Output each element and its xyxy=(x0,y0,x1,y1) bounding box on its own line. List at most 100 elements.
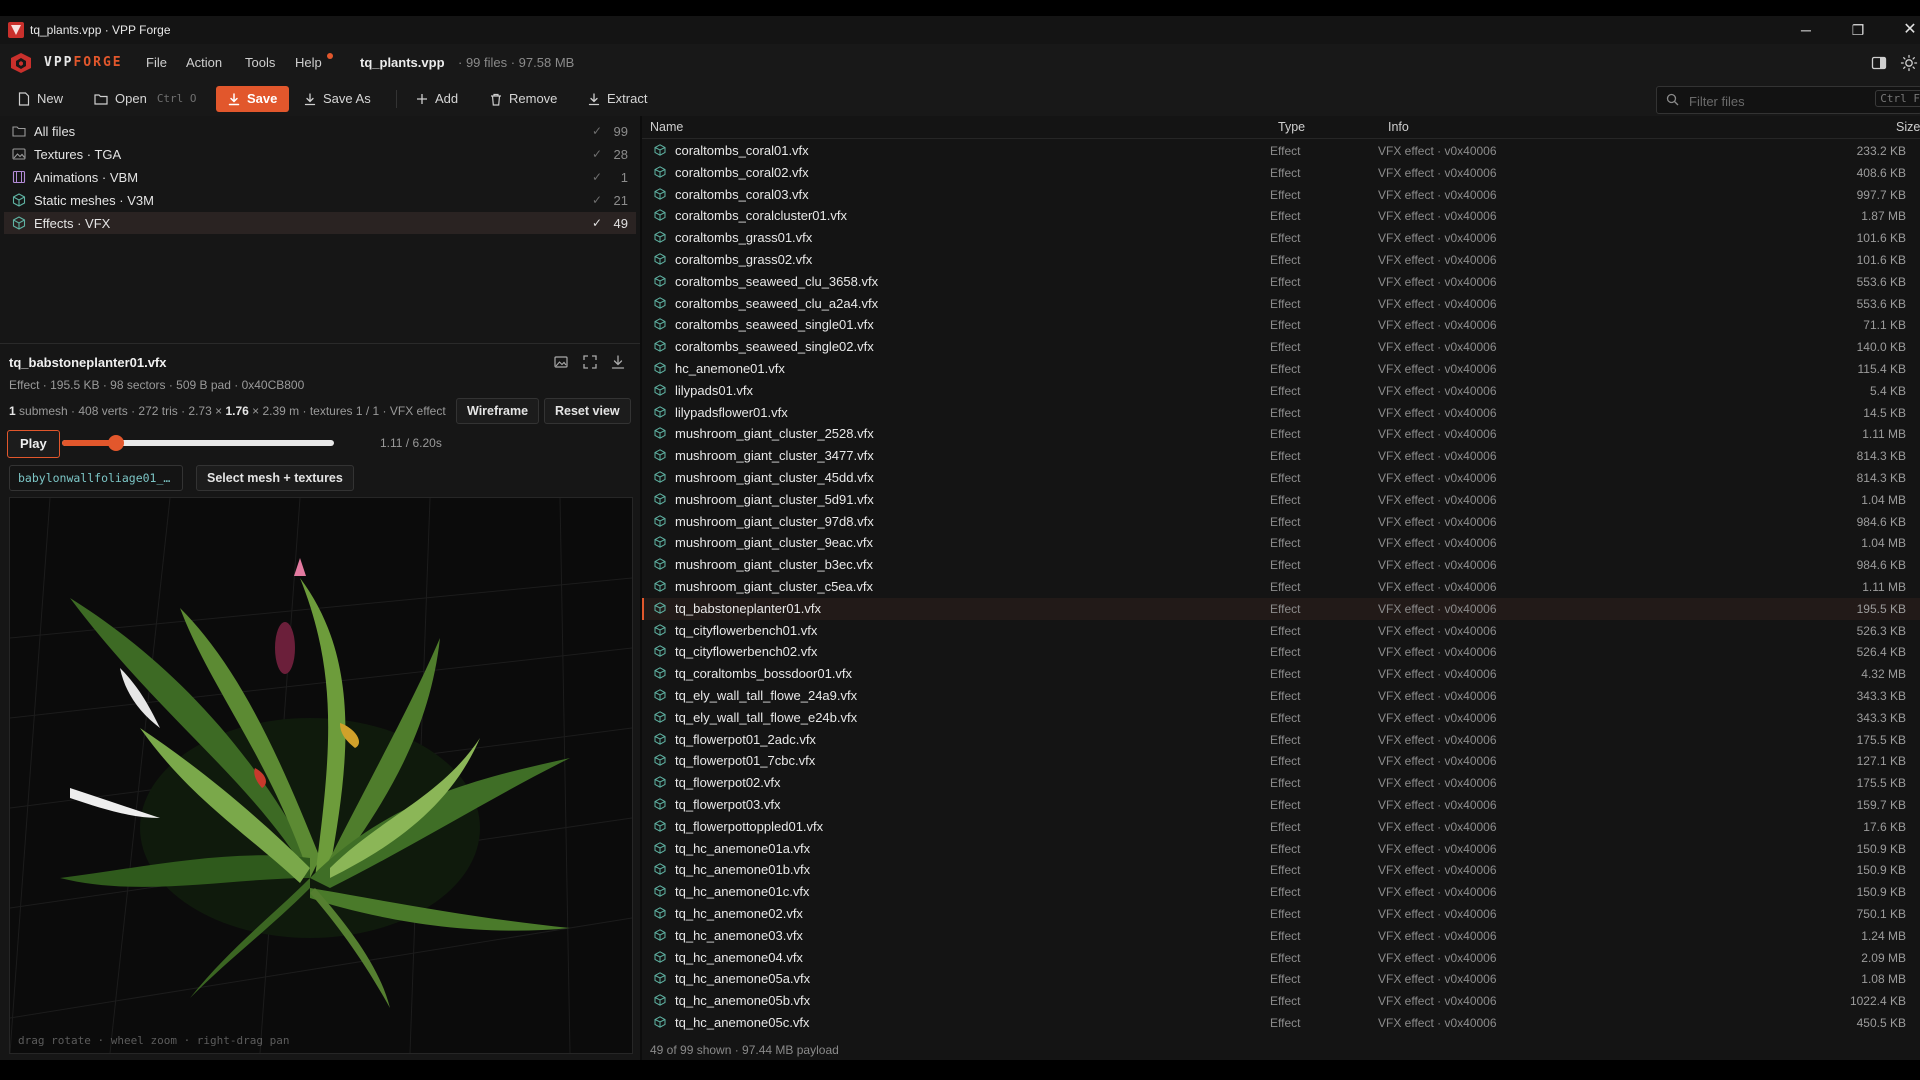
table-row[interactable]: tq_hc_anemone03.vfx Effect VFX effect · v0… xyxy=(642,925,1920,947)
column-info[interactable]: Info xyxy=(1388,120,1409,134)
file-size: 150.9 KB xyxy=(1856,863,1906,878)
extract-button[interactable]: Extract xyxy=(588,86,647,112)
table-row[interactable]: coraltombs_seaweed_clu_3658.vfx Effect VFX… xyxy=(642,271,1920,293)
column-type[interactable]: Type xyxy=(1278,120,1305,134)
file-info: VFX effect · v0x40006 xyxy=(1378,536,1497,551)
table-row[interactable]: tq_flowerpottoppled01.vfx Effect VFX effec… xyxy=(642,816,1920,838)
table-row[interactable]: tq_hc_anemone05a.vfx Effect VFX effect · v… xyxy=(642,968,1920,990)
table-row[interactable]: tq_hc_anemone01c.vfx Effect VFX effect · v… xyxy=(642,881,1920,903)
table-row[interactable]: tq_coraltombs_bossdoor01.vfx Effect VFX ef… xyxy=(642,663,1920,685)
category-textures[interactable]: Textures · TGA ✓ 28 xyxy=(4,143,636,165)
open-folder-icon xyxy=(94,94,108,105)
table-row[interactable]: tq_hc_anemone01b.vfx Effect VFX effect · v… xyxy=(642,859,1920,881)
menu-action[interactable]: Action xyxy=(186,55,222,70)
table-row[interactable]: mushroom_giant_cluster_c5ea.vfx Effect VFX… xyxy=(642,576,1920,598)
table-row[interactable]: tq_flowerpot03.vfx Effect VFX effect · v0x… xyxy=(642,794,1920,816)
remove-label: Remove xyxy=(509,91,558,106)
table-row[interactable]: tq_ely_wall_tall_flowe_e24b.vfx Effect VFX… xyxy=(642,707,1920,729)
menu-tools[interactable]: Tools xyxy=(245,55,275,70)
table-row[interactable]: mushroom_giant_cluster_3477.vfx Effect VFX… xyxy=(642,445,1920,467)
table-row[interactable]: lilypadsflower01.vfx Effect VFX effect · v… xyxy=(642,402,1920,424)
3d-viewport[interactable]: drag rotate · wheel zoom · right-drag pa… xyxy=(9,497,633,1054)
column-name[interactable]: Name xyxy=(650,120,683,134)
table-row[interactable]: coraltombs_coral03.vfx Effect VFX effect ·… xyxy=(642,184,1920,206)
close-button[interactable]: ✕ xyxy=(1888,18,1920,42)
file-name: coraltombs_seaweed_single02.vfx xyxy=(675,339,874,355)
filter-input[interactable] xyxy=(1687,91,1841,111)
preview-image-icon[interactable] xyxy=(553,354,569,370)
play-button[interactable]: Play xyxy=(7,430,60,458)
file-name: tq_cityflowerbench01.vfx xyxy=(675,622,818,638)
theme-sun-icon[interactable] xyxy=(1900,54,1918,72)
fullscreen-icon[interactable] xyxy=(582,354,598,370)
category-all-files[interactable]: All files ✓ 99 xyxy=(4,120,636,142)
effect-icon xyxy=(654,405,666,418)
table-row[interactable]: lilypads01.vfx Effect VFX effect · v0x4000… xyxy=(642,380,1920,402)
table-row[interactable]: coraltombs_seaweed_single01.vfx Effect VFX… xyxy=(642,314,1920,336)
file-name: tq_hc_anemone02.vfx xyxy=(675,906,803,921)
table-row[interactable]: mushroom_giant_cluster_45dd.vfx Effect VFX… xyxy=(642,467,1920,489)
category-animations[interactable]: Animations · VBM ✓ 1 xyxy=(4,166,636,188)
table-row[interactable]: mushroom_giant_cluster_b3ec.vfx Effect VFX… xyxy=(642,554,1920,576)
panel-toggle-icon[interactable] xyxy=(1870,54,1888,72)
new-button[interactable]: New xyxy=(18,86,63,112)
table-row[interactable]: hc_anemone01.vfx Effect VFX effect · v0x40… xyxy=(642,358,1920,380)
table-row[interactable]: tq_ely_wall_tall_flowe_24a9.vfx Effect VFX… xyxy=(642,685,1920,707)
file-name: tq_coraltombs_bossdoor01.vfx xyxy=(675,666,853,682)
table-row[interactable]: coraltombs_coral01.vfx Effect VFX effect ·… xyxy=(642,140,1920,162)
toolbar-separator xyxy=(396,90,397,108)
table-row[interactable]: mushroom_giant_cluster_5d91.vfx Effect VFX… xyxy=(642,489,1920,511)
file-type: Effect xyxy=(1270,972,1301,987)
table-row[interactable]: mushroom_giant_cluster_9eac.vfx Effect VFX… xyxy=(642,532,1920,554)
download-icon[interactable] xyxy=(610,354,626,370)
table-row[interactable]: tq_flowerpot01_2adc.vfx Effect VFX effect … xyxy=(642,729,1920,751)
file-type: Effect xyxy=(1270,383,1301,398)
table-row[interactable]: tq_flowerpot02.vfx Effect VFX effect · v0x… xyxy=(642,772,1920,794)
category-effects[interactable]: Effects · VFX ✓ 49 xyxy=(4,212,636,234)
restore-button[interactable]: ❐ xyxy=(1836,18,1880,42)
table-row[interactable]: tq_hc_anemone05c.vfx Effect VFX effect · v… xyxy=(642,1012,1920,1034)
logo-icon xyxy=(11,53,31,73)
timeline-slider[interactable] xyxy=(62,435,334,451)
file-info: VFX effect · v0x40006 xyxy=(1378,471,1497,485)
file-size: 343.3 KB xyxy=(1856,710,1906,725)
file-type: Effect xyxy=(1270,514,1301,529)
table-row[interactable]: mushroom_giant_cluster_97d8.vfx Effect VFX… xyxy=(642,511,1920,533)
category-static-meshes[interactable]: Static meshes · V3M ✓ 21 xyxy=(4,189,636,211)
effect-icon xyxy=(654,580,666,592)
table-row[interactable]: coraltombs_coralcluster01.vfx Effect VFX e… xyxy=(642,205,1920,227)
wireframe-button[interactable]: Wireframe xyxy=(456,398,540,424)
minimize-button[interactable]: ─ xyxy=(1784,18,1828,42)
table-row[interactable]: tq_hc_anemone01a.vfx Effect VFX effect · v… xyxy=(642,838,1920,860)
file-type: Effect xyxy=(1270,1016,1301,1030)
save-as-button[interactable]: Save As xyxy=(304,86,371,112)
file-info: VFX effect · v0x40006 xyxy=(1378,144,1497,158)
file-type: Effect xyxy=(1270,754,1301,769)
reset-view-button[interactable]: Reset view xyxy=(544,398,631,424)
add-button[interactable]: Add xyxy=(416,86,458,112)
file-info: VFX effect · v0x40006 xyxy=(1378,296,1497,311)
remove-button[interactable]: Remove xyxy=(490,86,557,112)
table-row[interactable]: coraltombs_seaweed_clu_a2a4.vfx Effect VFX… xyxy=(642,293,1920,315)
select-mesh-textures-button[interactable]: Select mesh + textures xyxy=(196,465,354,491)
table-row[interactable]: tq_babstoneplanter01.vfx Effect VFX effect… xyxy=(642,597,1920,620)
open-button[interactable]: Open Ctrl O xyxy=(94,86,197,112)
table-row[interactable]: tq_flowerpot01_7cbc.vfx Effect VFX effect … xyxy=(642,750,1920,772)
table-row[interactable]: mushroom_giant_cluster_2528.vfx Effect VFX… xyxy=(642,423,1920,445)
table-row[interactable]: tq_hc_anemone02.vfx Effect VFX effect · v0… xyxy=(642,903,1920,925)
save-button[interactable]: Save xyxy=(216,86,290,112)
table-row[interactable]: coraltombs_grass02.vfx Effect VFX effect ·… xyxy=(642,249,1920,271)
table-row[interactable]: tq_hc_anemone05b.vfx Effect VFX effect · v… xyxy=(642,990,1920,1012)
table-row[interactable]: tq_cityflowerbench01.vfx Effect VFX effect… xyxy=(642,620,1920,642)
table-row[interactable]: coraltombs_grass01.vfx Effect VFX effect ·… xyxy=(642,227,1920,249)
table-row[interactable]: coraltombs_seaweed_single02.vfx Effect VFX… xyxy=(642,336,1920,358)
file-type: Effect xyxy=(1270,689,1301,703)
menu-file[interactable]: File xyxy=(146,55,167,70)
menu-help[interactable]: Help xyxy=(295,55,322,70)
column-size[interactable]: Size xyxy=(1896,120,1920,134)
table-row[interactable]: coraltombs_coral02.vfx Effect VFX effect ·… xyxy=(642,162,1920,184)
file-size: 140.0 KB xyxy=(1856,340,1906,355)
table-row[interactable]: tq_cityflowerbench02.vfx Effect VFX effect… xyxy=(642,641,1920,663)
mesh-chip[interactable]: babylonwallfoliage01_… xyxy=(9,465,184,491)
table-row[interactable]: tq_hc_anemone04.vfx Effect VFX effect · v0… xyxy=(642,947,1920,969)
